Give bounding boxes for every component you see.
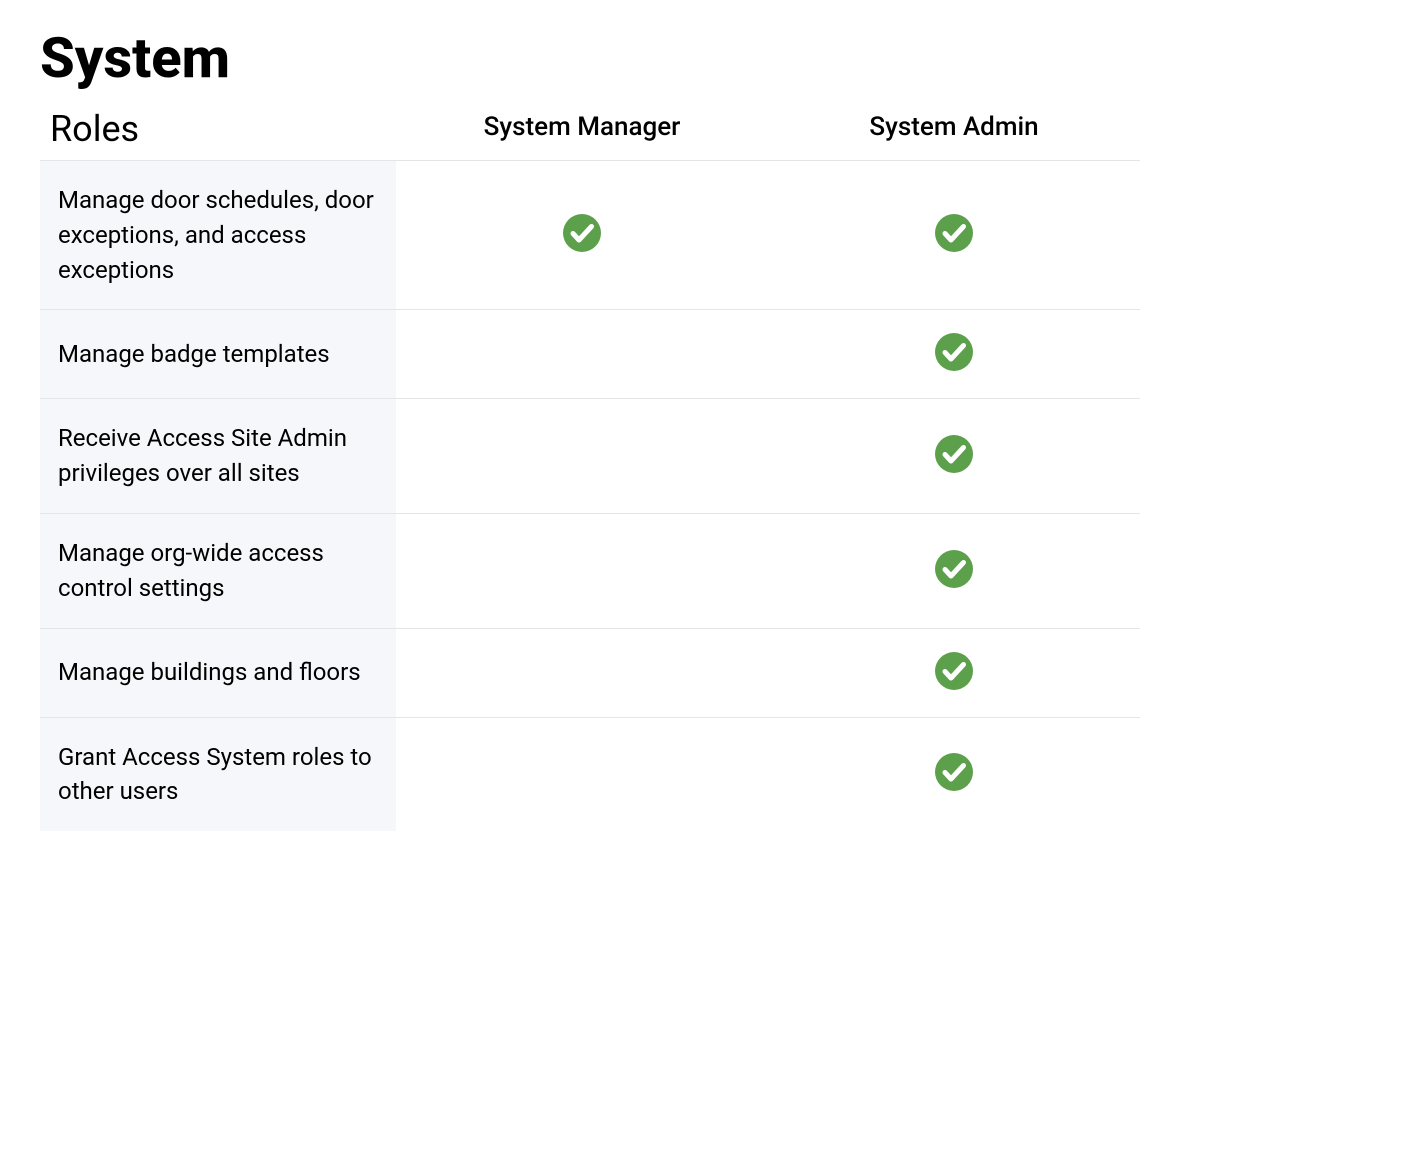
table-row: Manage badge templates [40,310,1140,399]
check-cell [396,717,768,831]
table-row: Manage org-wide access control settings [40,513,1140,628]
check-cell [396,399,768,514]
table-row: Manage buildings and floors [40,628,1140,717]
check-icon [934,549,974,589]
check-cell [768,513,1140,628]
column-header-system-manager: System Manager [396,96,768,161]
table-row: Receive Access Site Admin privileges ove… [40,399,1140,514]
check-cell [768,399,1140,514]
column-header-system-admin: System Admin [768,96,1140,161]
check-icon [934,651,974,691]
role-label: Manage door schedules, door exceptions, … [40,161,396,310]
table-body: Manage door schedules, door exceptions, … [40,161,1140,832]
check-cell [768,161,1140,310]
check-icon [934,752,974,792]
check-cell [396,513,768,628]
page-header: System [40,30,1364,86]
role-label: Grant Access System roles to other users [40,717,396,831]
role-label: Manage badge templates [40,310,396,399]
table-row: Manage door schedules, door exceptions, … [40,161,1140,310]
check-cell [768,717,1140,831]
check-cell [768,628,1140,717]
check-cell [396,310,768,399]
role-label: Receive Access Site Admin privileges ove… [40,399,396,514]
roles-table-container: Roles System Manager System Admin Manage… [40,96,1140,831]
table-header-row: Roles System Manager System Admin [40,96,1140,161]
table-row: Grant Access System roles to other users [40,717,1140,831]
check-cell [768,310,1140,399]
check-icon [934,332,974,372]
page-title: System [40,30,1364,86]
check-icon [934,213,974,253]
check-icon [934,434,974,474]
check-icon [562,213,602,253]
role-label: Manage buildings and floors [40,628,396,717]
check-cell [396,161,768,310]
check-cell [396,628,768,717]
roles-column-header: Roles [40,96,396,161]
roles-table: Roles System Manager System Admin Manage… [40,96,1140,831]
role-label: Manage org-wide access control settings [40,513,396,628]
